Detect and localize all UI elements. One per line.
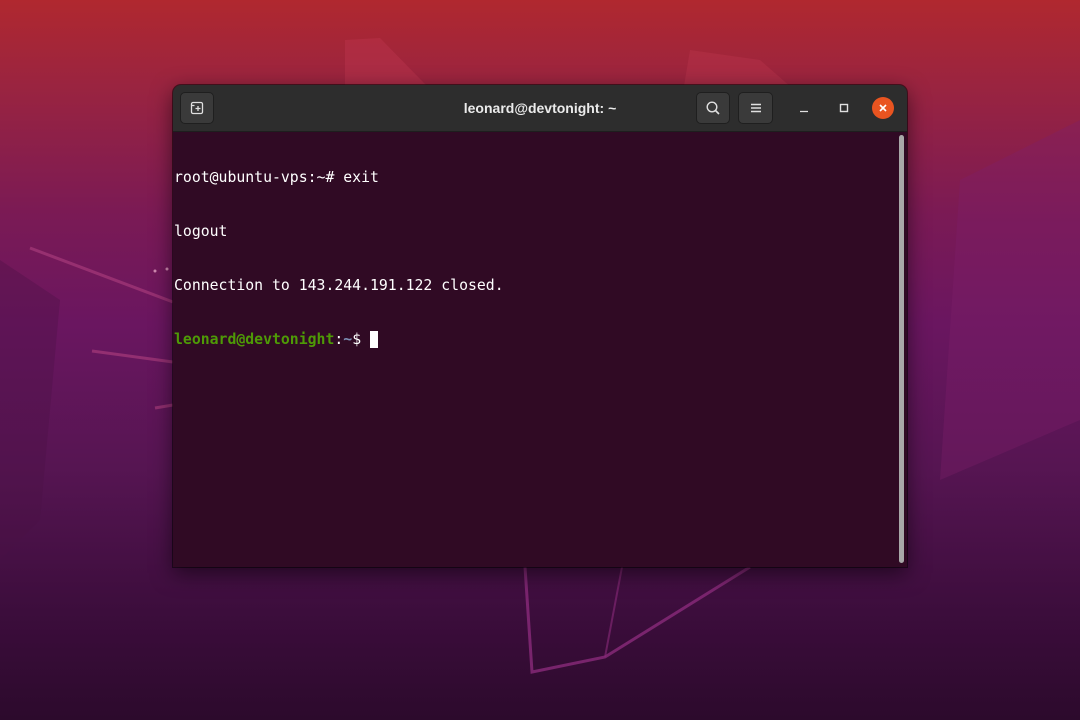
prompt-path: ~ <box>343 331 353 348</box>
close-icon <box>879 104 887 112</box>
text-cursor <box>370 331 379 348</box>
window-headerbar[interactable]: leonard@devtonight: ~ <box>173 85 907 132</box>
terminal-window: leonard@devtonight: ~ root@ubuntu-vps:~#… <box>173 85 907 567</box>
menu-button[interactable] <box>738 92 773 124</box>
minimize-icon <box>800 110 808 113</box>
new-tab-icon <box>190 101 204 115</box>
maximize-icon <box>839 103 849 113</box>
prompt-line[interactable]: leonard@devtonight:~$ <box>174 331 504 349</box>
prompt-separator: : <box>334 331 344 348</box>
terminal-scrollbar[interactable] <box>899 135 904 563</box>
minimize-button[interactable] <box>793 97 815 119</box>
prompt-user-host: leonard@devtonight <box>174 331 335 348</box>
maximize-button[interactable] <box>833 97 855 119</box>
search-icon <box>706 101 720 115</box>
terminal-area[interactable]: root@ubuntu-vps:~# exit logout Connectio… <box>173 132 907 567</box>
search-button[interactable] <box>696 92 730 124</box>
terminal-line: logout <box>174 223 228 240</box>
new-tab-button[interactable] <box>180 92 214 124</box>
prompt-symbol: $ <box>352 331 371 348</box>
hamburger-menu-icon <box>750 103 761 113</box>
close-button[interactable] <box>872 97 894 119</box>
terminal-output: root@ubuntu-vps:~# exit logout Connectio… <box>174 133 504 385</box>
terminal-line: root@ubuntu-vps:~# exit <box>174 169 379 186</box>
terminal-line: Connection to 143.244.191.122 closed. <box>174 277 504 294</box>
